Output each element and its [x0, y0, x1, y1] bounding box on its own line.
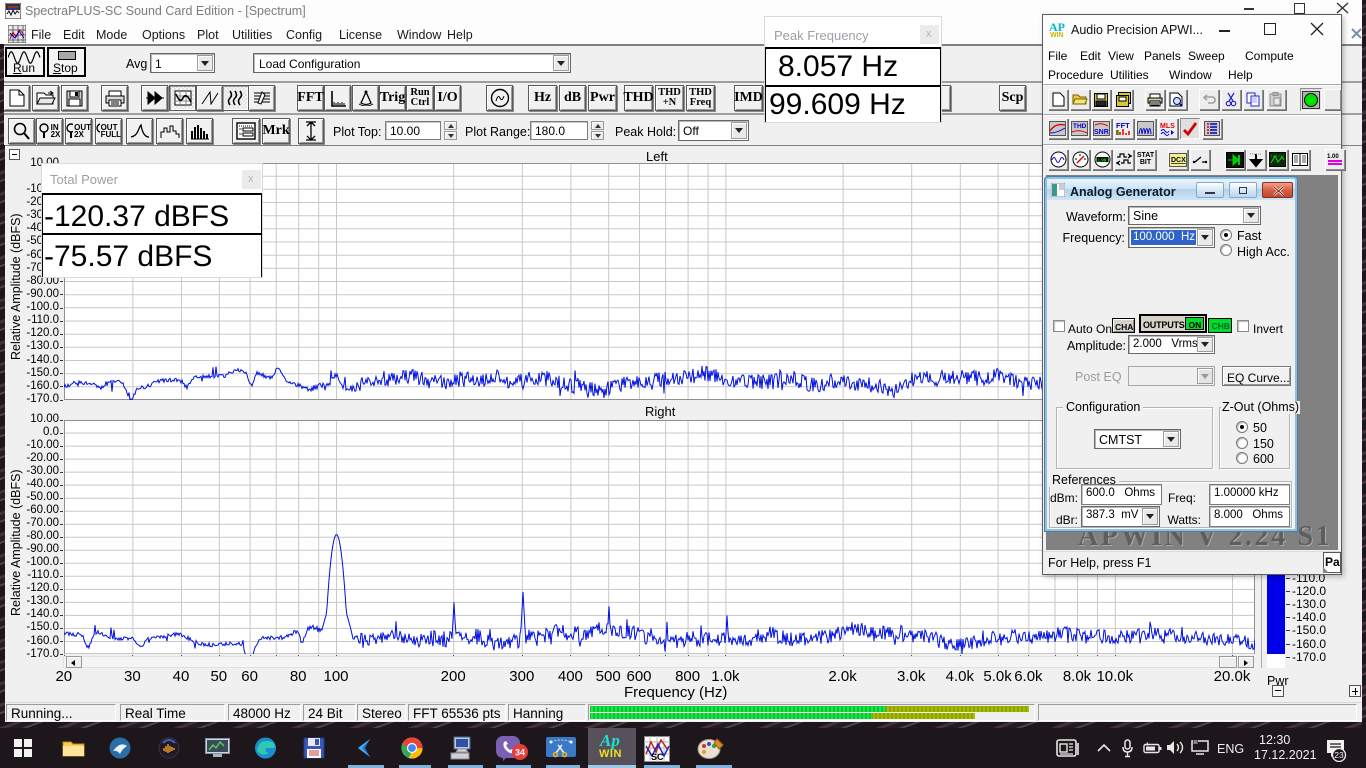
svg-text:SNR: SNR	[1094, 129, 1109, 136]
svg-text:1.00: 1.00	[1327, 154, 1339, 160]
svg-text:DCX: DCX	[1171, 157, 1186, 164]
svg-text:1.99: 1.99	[1097, 157, 1106, 162]
svg-text:WIN: WIN	[1050, 32, 1064, 38]
svg-text:MLS: MLS	[1160, 123, 1175, 130]
svg-text:23: 23	[1334, 750, 1344, 760]
svg-text:FFT: FFT	[1116, 121, 1130, 130]
svg-text:THD: THD	[1073, 123, 1087, 130]
svg-text:34: 34	[515, 748, 525, 758]
svg-text:SC: SC	[651, 752, 664, 762]
